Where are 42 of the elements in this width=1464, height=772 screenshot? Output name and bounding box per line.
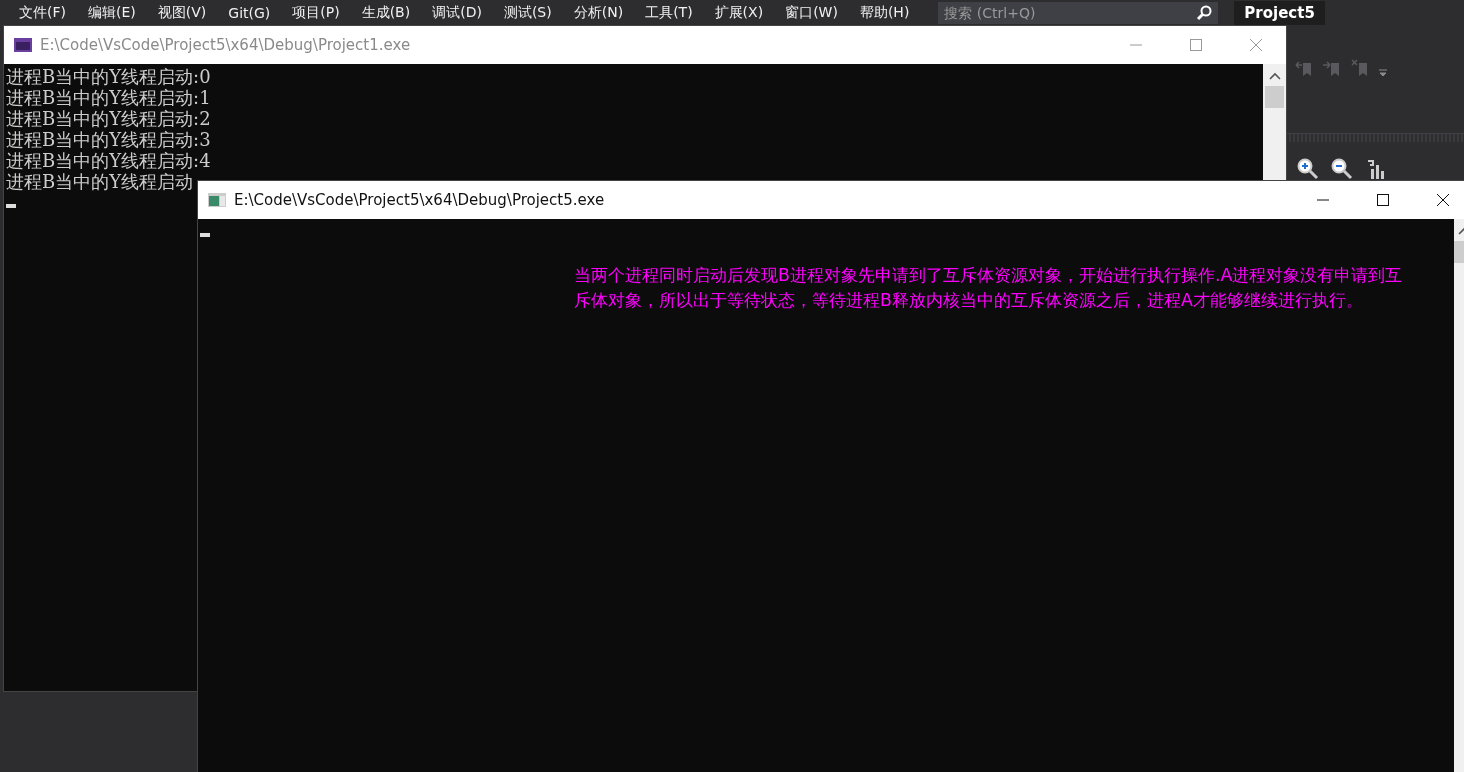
console-line: 进程B当中的Y线程启动 <box>6 171 195 192</box>
menu-item[interactable]: 扩展(X) <box>703 3 775 22</box>
search-field[interactable]: 搜索 (Ctrl+Q) <box>938 1 1219 24</box>
bookmark-clear-icon[interactable] <box>1351 59 1369 77</box>
menu-item[interactable]: 编辑(E) <box>77 3 147 22</box>
annotation-text: 当两个进程同时启动后发现B进程对象先申请到了互斥体资源对象，开始进行执行操作.A进程对象没有申请到互斥体对象，所以出于等待状态，等待进程B释放内核当中的互斥体资源之后，进程A才能够继续进行执行。 <box>574 264 1404 312</box>
zoom-in-icon[interactable] <box>1297 158 1319 180</box>
text-cursor <box>6 204 16 208</box>
scrollbar[interactable] <box>1263 64 1286 181</box>
bar-chart-icon[interactable] <box>1365 158 1387 180</box>
menu-item[interactable]: 文件(F) <box>8 3 77 22</box>
menu-item[interactable]: 调试(D) <box>421 3 493 22</box>
project-name: Project5 <box>1234 0 1325 25</box>
text-cursor <box>200 233 210 237</box>
console-line: 进程B当中的Y线程启动:0 <box>6 66 212 87</box>
menu-item[interactable]: 帮助(H) <box>848 3 921 22</box>
console-line: 进程B当中的Y线程启动:2 <box>6 108 212 129</box>
menu-item[interactable]: 窗口(W) <box>774 3 849 22</box>
scrollbar-thumb[interactable] <box>1265 86 1284 108</box>
menu-item[interactable]: 工具(T) <box>634 3 704 22</box>
console-line: 进程B当中的Y线程启动:3 <box>6 129 212 150</box>
window-title: E:\Code\VsCode\Project5\x64\Debug\Project1.exe <box>40 36 411 54</box>
scroll-up-icon[interactable] <box>1268 72 1281 80</box>
menu-item[interactable]: 分析(N) <box>562 3 635 22</box>
menu-item[interactable]: 生成(B) <box>350 3 422 22</box>
dropdown-icon[interactable] <box>1379 69 1387 77</box>
console-icon <box>14 38 32 52</box>
bookmark-next-icon[interactable] <box>1323 59 1341 77</box>
menu-item[interactable]: 项目(P) <box>281 3 351 22</box>
zoom-out-icon[interactable] <box>1331 158 1353 180</box>
splitter-grip[interactable] <box>1285 133 1464 142</box>
console-line: 进程B当中的Y线程启动:1 <box>6 87 212 108</box>
menu-item[interactable]: 测试(S) <box>492 3 563 22</box>
console-icon <box>208 193 226 207</box>
search-icon <box>1196 4 1213 21</box>
menu-item[interactable]: Git(G) <box>217 4 282 21</box>
console-line: 进程B当中的Y线程启动:4 <box>6 150 212 171</box>
menu-item[interactable]: 视图(V) <box>146 3 218 22</box>
bookmark-previous-icon[interactable] <box>1295 59 1313 77</box>
window-title: E:\Code\VsCode\Project5\x64\Debug\Project5.exe <box>234 191 605 209</box>
close-icon[interactable] <box>1436 193 1450 207</box>
maximize-icon[interactable] <box>1376 193 1390 207</box>
